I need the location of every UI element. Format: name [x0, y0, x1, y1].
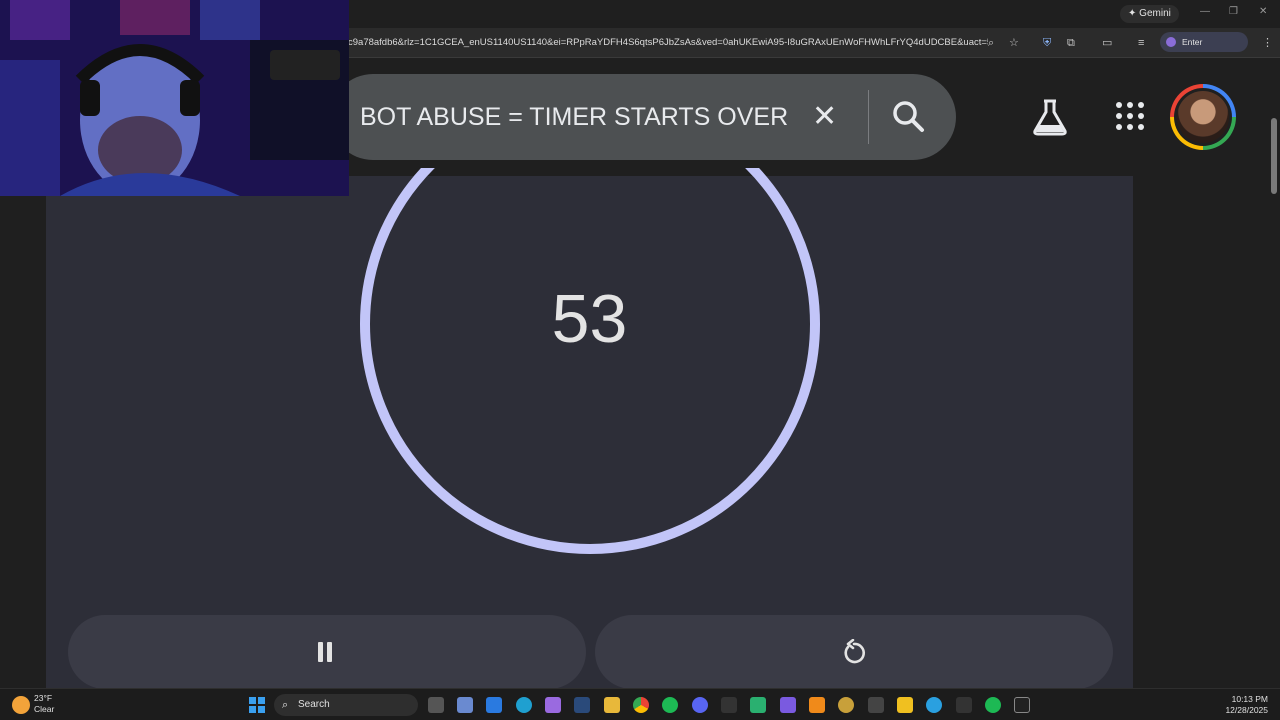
taskbar-search[interactable]: ⌕ Search [274, 694, 418, 716]
meta-icon[interactable] [486, 697, 502, 713]
app-icon-g[interactable] [721, 697, 737, 713]
task-view-icon[interactable] [428, 697, 444, 713]
maximize-icon[interactable]: ❐ [1229, 6, 1238, 17]
account-avatar[interactable] [1170, 84, 1236, 150]
telegram-icon[interactable] [926, 697, 942, 713]
app-icon-diamond[interactable] [780, 697, 796, 713]
page-scrollbar[interactable] [1268, 58, 1280, 688]
zoom-icon[interactable]: ⌕ [988, 35, 994, 51]
pause-button[interactable] [68, 615, 586, 688]
tab-search-icon[interactable]: ▭ [1102, 35, 1112, 51]
timer-track [360, 168, 820, 554]
url-text[interactable]: c9a78afdb6&rlz=1C1GCEA_enUS1140US1140&ei… [348, 34, 988, 52]
app-icon-orb[interactable] [838, 697, 854, 713]
x-app-icon[interactable] [1014, 697, 1030, 713]
clear-search-icon[interactable]: ✕ [812, 102, 837, 132]
system-clock[interactable]: 10:13 PM 12/28/2025 [1212, 694, 1268, 716]
steam-icon[interactable] [574, 697, 590, 713]
bookmark-star-icon[interactable]: ☆ [1009, 35, 1019, 51]
weather-icon[interactable] [12, 696, 30, 714]
labs-flask-icon[interactable] [1032, 98, 1068, 136]
scrollbar-thumb[interactable] [1271, 118, 1277, 194]
taskbar-search-icon: ⌕ [282, 699, 289, 711]
file-explorer-icon[interactable] [604, 697, 620, 713]
copilot-icon[interactable] [545, 697, 561, 713]
streamer-webcam-image [0, 0, 349, 196]
minimize-icon[interactable]: — [1200, 6, 1210, 17]
spotify-2-icon[interactable] [985, 697, 1001, 713]
search-icon[interactable] [890, 98, 928, 136]
weather-temp: 23°F [34, 693, 53, 703]
epic-games-icon[interactable] [868, 697, 884, 713]
profile-dot-icon [1166, 37, 1176, 47]
menu-kebab-icon[interactable]: ⋮ [1262, 35, 1273, 51]
vlc-icon[interactable] [809, 697, 825, 713]
reset-icon [844, 639, 866, 664]
search-query[interactable]: BOT ABUSE = TIMER STARTS OVER [360, 74, 788, 160]
webcam-overlay [0, 0, 349, 196]
gemini-button[interactable]: ✦ Gemini [1120, 5, 1179, 23]
edge-icon[interactable] [516, 697, 532, 713]
capcut-icon[interactable] [956, 697, 972, 713]
windows-start-icon[interactable] [249, 697, 265, 713]
clock-date: 12/28/2025 [1225, 705, 1268, 715]
store-icon[interactable] [457, 697, 473, 713]
timer-progress-arc [360, 168, 820, 554]
discord-icon[interactable] [692, 697, 708, 713]
windows-taskbar: 23°F Clear ⌕ Search 10:13 PM 12/28/2025 [0, 688, 1280, 720]
extension-shield-icon[interactable]: ⛨ [1043, 35, 1051, 51]
reading-list-icon[interactable]: ≡ [1138, 35, 1144, 51]
clock-time: 10:13 PM [1231, 694, 1268, 704]
gemini-label: Gemini [1139, 8, 1171, 19]
spotify-icon[interactable] [662, 697, 678, 713]
search-divider [868, 90, 869, 144]
timer-ring [360, 168, 820, 554]
timer-value: 53 [551, 281, 628, 357]
enter-passphrase-button[interactable]: Enter passphrase [1160, 32, 1248, 67]
reset-button[interactable] [595, 615, 1113, 688]
chrome-icon[interactable] [633, 697, 649, 713]
rockstar-icon[interactable] [897, 697, 913, 713]
avatar-face [1177, 91, 1229, 143]
close-window-icon[interactable]: ✕ [1259, 6, 1267, 17]
extensions-icon[interactable]: ⧉ [1067, 35, 1075, 51]
taskbar-search-label: Search [298, 699, 330, 710]
timer-card: 53 [46, 168, 1133, 688]
app-icon-active[interactable] [750, 697, 766, 713]
weather-condition: Clear [34, 704, 55, 714]
google-apps-icon[interactable] [1116, 102, 1144, 130]
search-box[interactable]: BOT ABUSE = TIMER STARTS OVER ✕ [330, 74, 956, 160]
weather-widget[interactable]: 23°F Clear [34, 693, 54, 715]
